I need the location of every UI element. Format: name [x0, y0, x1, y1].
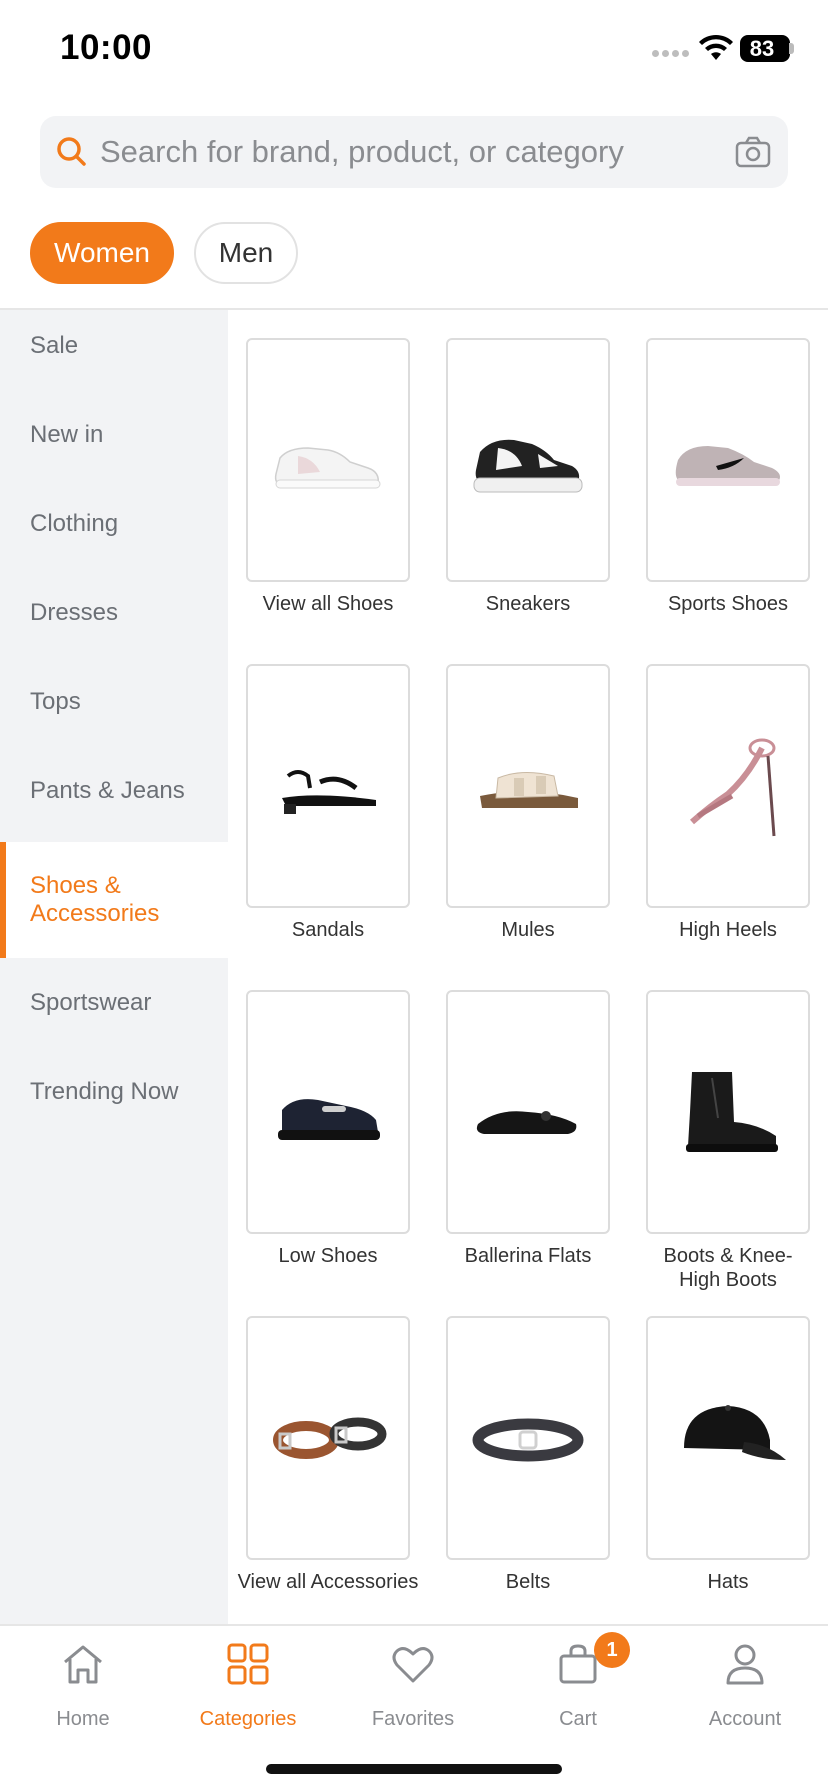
nav-home[interactable]: Home [13, 1626, 153, 1746]
status-bar: 10:00 83 [0, 0, 828, 100]
belt-image [472, 1418, 584, 1462]
category-card-low-shoes[interactable] [246, 990, 410, 1234]
search-icon [57, 137, 86, 166]
sidebar-item-label: Trending Now [30, 1078, 179, 1105]
category-label: Low Shoes [278, 1245, 378, 1267]
sidebar-item-label: Shoes & Accessories [30, 872, 160, 927]
category-label: Sports Shoes [667, 593, 789, 615]
search-input[interactable] [100, 116, 700, 188]
high-heel-image [690, 738, 776, 837]
nav-cart[interactable]: 1 Cart [508, 1626, 648, 1746]
sidebar-item-pants-jeans[interactable]: Pants & Jeans [0, 777, 228, 823]
sneaker-white-image [274, 447, 381, 489]
battery-icon: 83 [740, 35, 790, 62]
category-card-hats[interactable] [646, 1316, 810, 1560]
battery-tip [789, 43, 794, 54]
sneaker-black-white-image [473, 439, 583, 493]
categories-icon [227, 1643, 269, 1685]
battery-level: 83 [749, 36, 775, 61]
category-label: Belts [505, 1571, 551, 1593]
nav-label: Cart [559, 1708, 597, 1730]
category-card-sneakers[interactable] [446, 338, 610, 582]
category-card-mules[interactable] [446, 664, 610, 908]
sidebar-item-shoes-accessories[interactable]: Shoes & Accessories [0, 842, 228, 958]
category-label: High Heels [679, 919, 777, 941]
sports-shoe-image [675, 446, 780, 486]
loafer-image [278, 1099, 380, 1140]
search-bar[interactable] [40, 116, 788, 188]
sidebar-item-label: Tops [30, 688, 81, 715]
category-card-belts[interactable] [446, 1316, 610, 1560]
cart-badge: 1 [594, 1632, 630, 1668]
category-card-sports-shoes[interactable] [646, 338, 810, 582]
nav-label: Favorites [371, 1708, 455, 1730]
sidebar-item-trending-now[interactable]: Trending Now [0, 1078, 228, 1124]
sidebar-item-label: New in [30, 421, 104, 448]
sidebar-item-label: Dresses [30, 599, 119, 626]
tab-men[interactable]: Men [194, 222, 298, 284]
ballerina-flat-image [476, 1111, 577, 1134]
account-icon [726, 1644, 764, 1685]
heart-icon [392, 1647, 434, 1683]
tab-women[interactable]: Women [30, 222, 174, 284]
category-sidebar: Sale New in Clothing Dresses Tops Pants … [0, 310, 228, 1624]
category-label: Hats [707, 1571, 749, 1593]
sidebar-item-clothing[interactable]: Clothing [0, 510, 228, 556]
category-label: Sandals [291, 919, 365, 941]
sidebar-item-label: Sale [30, 332, 79, 359]
category-label: View all Accessories [237, 1571, 419, 1593]
category-card-boots[interactable] [646, 990, 810, 1234]
sidebar-item-sale[interactable]: Sale [0, 332, 228, 378]
category-label: Boots & Knee- High Boots [663, 1245, 793, 1291]
nav-label: Home [56, 1708, 110, 1730]
sidebar-item-tops[interactable]: Tops [0, 688, 228, 734]
sidebar-item-new-in[interactable]: New in [0, 421, 228, 467]
category-card-sandals[interactable] [246, 664, 410, 908]
nav-favorites[interactable]: Favorites [343, 1626, 483, 1746]
boot-image [686, 1072, 778, 1152]
category-card-view-all-accessories[interactable] [246, 1316, 410, 1560]
category-label: Ballerina Flats [464, 1245, 592, 1267]
sidebar-item-dresses[interactable]: Dresses [0, 599, 228, 645]
category-label: View all Shoes [262, 593, 394, 615]
home-indicator [266, 1764, 562, 1774]
category-card-view-all-shoes[interactable] [246, 338, 410, 582]
category-label: Sneakers [485, 593, 571, 615]
sidebar-item-label: Sportswear [30, 989, 152, 1016]
belts-image [273, 1417, 387, 1459]
camera-icon[interactable] [734, 134, 772, 170]
category-label: Mules [501, 919, 555, 941]
nav-categories[interactable]: Categories [178, 1626, 318, 1746]
sidebar-item-label: Pants & Jeans [30, 777, 185, 804]
nav-label: Categories [199, 1708, 297, 1730]
mule-image [480, 772, 578, 808]
sidebar-item-label: Clothing [30, 510, 119, 537]
category-card-high-heels[interactable] [646, 664, 810, 908]
wifi-icon [699, 34, 733, 60]
category-card-ballerina-flats[interactable] [446, 990, 610, 1234]
status-time: 10:00 [60, 28, 153, 67]
home-icon [64, 1645, 102, 1684]
sandal-image [282, 770, 376, 814]
nav-label: Account [708, 1708, 782, 1730]
nav-account[interactable]: Account [675, 1626, 815, 1746]
sidebar-item-sportswear[interactable]: Sportswear [0, 989, 228, 1035]
cap-image [684, 1405, 786, 1460]
cellular-signal-icon [652, 50, 692, 60]
